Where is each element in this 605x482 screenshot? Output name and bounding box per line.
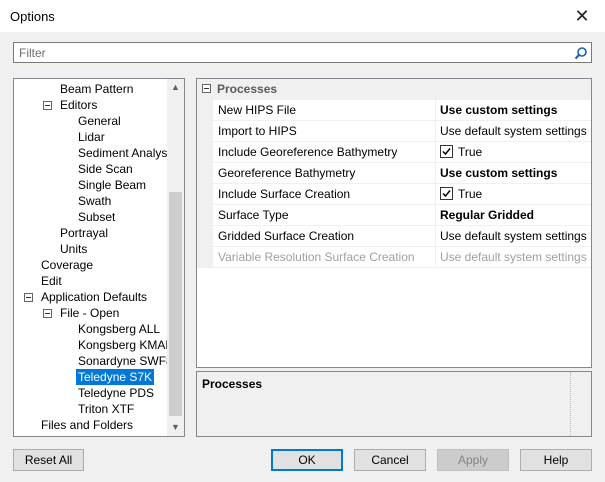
apply-button: Apply [437,449,509,471]
column-divider [435,121,436,141]
checkbox[interactable] [440,145,453,158]
tree-item[interactable]: File - Open [58,305,121,321]
tree-item[interactable]: Kongsberg ALL [76,321,162,337]
tree-item[interactable]: Side Scan [76,161,135,177]
tree-collapse-icon[interactable] [43,101,52,110]
tree-item[interactable]: Beam Pattern [58,81,135,97]
row-gutter [197,142,213,162]
tree-item[interactable]: Files and Folders [39,417,135,433]
row-gutter [197,163,213,183]
tree-item[interactable]: Teledyne S7K [76,369,155,385]
filter-input[interactable]: Filter [13,42,592,63]
column-divider [435,142,436,162]
row-gutter [197,247,213,267]
row-gutter [197,226,213,246]
tree-item[interactable]: Portrayal [58,225,110,241]
checkmark-icon [442,190,451,198]
tree-collapse-icon[interactable] [43,309,52,318]
property-name: Variable Resolution Surface Creation [218,250,415,264]
tree-item[interactable]: Lidar [76,129,107,145]
window-title: Options [10,9,55,24]
tree-item[interactable]: Sediment Analysis [76,145,178,161]
tree-item[interactable]: Kongsberg KMALL [76,337,181,353]
property-value: Use default system settings [440,250,587,264]
category-label: Processes [217,82,278,96]
property-value[interactable]: True [440,145,580,160]
column-divider [435,100,436,120]
property-row[interactable]: Surface Type Regular Gridded [197,205,591,226]
tree-item[interactable]: General [76,113,123,129]
title-bar: Options ✕ [0,0,605,32]
tree-item[interactable]: Units [58,241,89,257]
property-name: Import to HIPS [218,124,297,138]
column-divider [435,247,436,267]
search-icon[interactable] [574,46,588,60]
tree-item[interactable]: Coverage [39,257,95,273]
property-name: Gridded Surface Creation [218,229,355,243]
category-row[interactable]: Processes [197,79,591,100]
tree-item[interactable]: Editors [58,97,99,113]
property-value[interactable]: True [440,187,580,202]
options-tree[interactable]: Beam Pattern Editors General Lidar Sediment … [13,78,185,437]
row-gutter [197,100,213,120]
property-row[interactable]: Include Georeference Bathymetry True [197,142,591,163]
scroll-down-icon[interactable]: ▼ [167,419,184,436]
property-value[interactable]: Use custom settings [440,103,557,117]
column-divider [435,184,436,204]
description-panel: Processes [196,371,592,437]
property-value[interactable]: Use default system settings [440,229,587,243]
tree-item[interactable]: Single Beam [76,177,148,193]
column-divider [435,163,436,183]
tree-collapse-icon[interactable] [24,293,33,302]
property-value-text: True [458,187,483,201]
property-row[interactable]: Include Surface Creation True [197,184,591,205]
tree-item[interactable]: Sonardyne SWF8 [76,353,175,369]
property-name: Georeference Bathymetry [218,166,356,180]
tree-item[interactable]: Teledyne PDS [76,385,156,401]
description-title: Processes [202,377,263,391]
row-gutter [197,205,213,225]
tree-item[interactable]: Triton XTF [76,401,136,417]
tree-item[interactable]: Edit [39,273,64,289]
collapse-icon[interactable] [202,84,211,93]
checkbox[interactable] [440,187,453,200]
property-row[interactable]: Variable Resolution Surface Creation Use … [197,247,591,268]
property-grid: Processes New HIPS File Use custom settin… [196,78,592,368]
property-row[interactable]: Import to HIPS Use default system setting… [197,121,591,142]
property-value[interactable]: Use default system settings [440,124,587,138]
cancel-button[interactable]: Cancel [354,449,426,471]
checkmark-icon [442,148,451,156]
property-name: New HIPS File [218,103,297,117]
property-value[interactable]: Regular Gridded [440,208,534,222]
help-button[interactable]: Help [520,449,592,471]
column-divider [435,205,436,225]
property-name: Include Surface Creation [218,187,351,201]
tree-item[interactable]: Subset [76,209,117,225]
scroll-up-icon[interactable]: ▲ [167,79,184,96]
tree-item[interactable]: Application Defaults [39,289,149,305]
property-value[interactable]: Use custom settings [440,166,557,180]
tree-item[interactable]: Swath [76,193,113,209]
property-value-text: True [458,145,483,159]
property-name: Surface Type [218,208,289,222]
filter-placeholder: Filter [19,46,46,60]
property-name: Include Georeference Bathymetry [218,145,398,159]
tree-scrollbar[interactable]: ▲ ▼ [167,79,184,436]
property-row[interactable]: Georeference Bathymetry Use custom settin… [197,163,591,184]
close-icon[interactable]: ✕ [559,0,605,32]
description-strip [570,372,591,436]
ok-button[interactable]: OK [271,449,343,471]
scroll-thumb[interactable] [169,192,182,416]
row-gutter [197,184,213,204]
property-row[interactable]: Gridded Surface Creation Use default syst… [197,226,591,247]
property-row[interactable]: New HIPS File Use custom settings [197,100,591,121]
reset-all-button[interactable]: Reset All [13,449,84,471]
column-divider [435,226,436,246]
row-gutter [197,121,213,141]
